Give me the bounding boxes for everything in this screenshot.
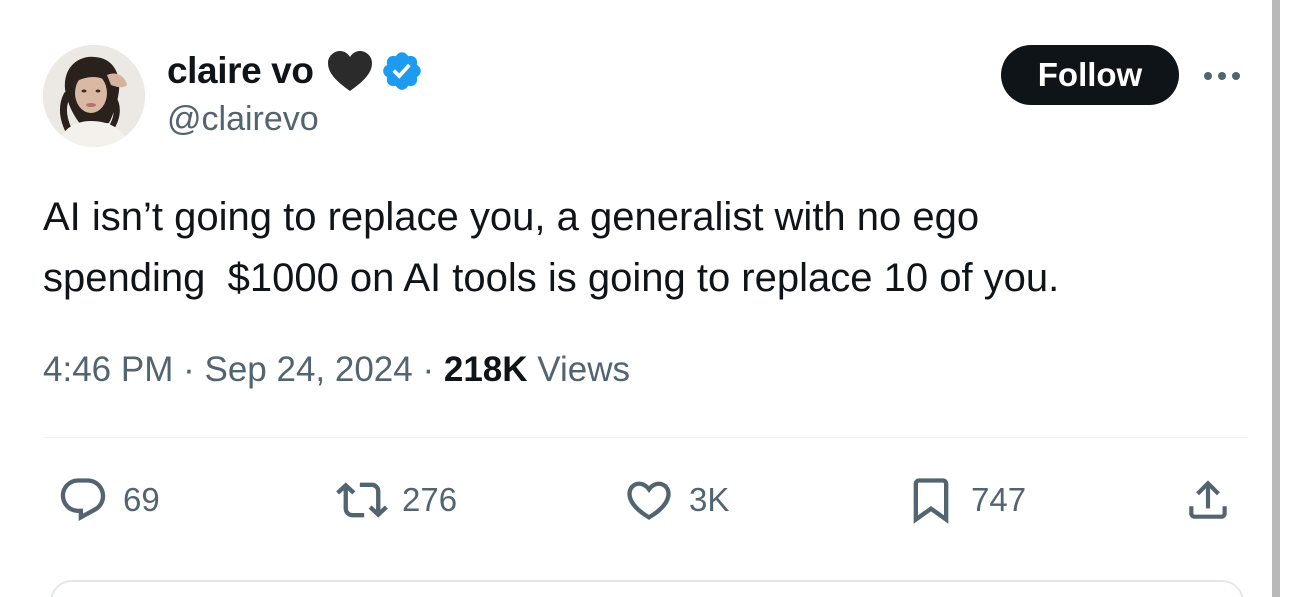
meta-separator: · xyxy=(422,350,435,389)
views-count[interactable]: 218K xyxy=(444,350,528,389)
tweet-meta: 4:46 PM · Sep 24, 2024 · 218K Views xyxy=(43,350,630,390)
more-dots-icon xyxy=(1204,72,1240,80)
tweet-text-line: spending $1000 on AI tools is going to r… xyxy=(43,256,1060,300)
tweet-time[interactable]: 4:46 PM xyxy=(43,350,173,389)
like-count: 3K xyxy=(689,481,730,518)
divider xyxy=(43,437,1247,438)
scrollbar[interactable] xyxy=(1272,0,1280,597)
bookmark-icon xyxy=(913,478,949,524)
views-label[interactable]: Views xyxy=(537,350,630,389)
repost-count: 276 xyxy=(402,481,458,518)
reply-button[interactable]: 69 xyxy=(55,474,160,526)
more-button[interactable] xyxy=(1198,58,1246,94)
avatar[interactable] xyxy=(43,45,145,147)
repost-button[interactable]: 276 xyxy=(334,474,457,526)
share-button[interactable] xyxy=(1183,474,1233,526)
repost-icon xyxy=(336,482,388,518)
share-icon xyxy=(1189,480,1227,519)
author-handle[interactable]: @clairevo xyxy=(167,100,319,139)
reply-composer-box[interactable] xyxy=(50,580,1244,597)
like-button[interactable]: 3K xyxy=(621,474,729,526)
reply-count: 69 xyxy=(123,481,160,518)
tweet-text: AI isn’t going to replace you, a general… xyxy=(43,187,1243,309)
bookmark-button[interactable]: 747 xyxy=(903,474,1026,526)
follow-button[interactable]: Follow xyxy=(1001,45,1179,105)
avatar-photo xyxy=(43,45,145,147)
display-name[interactable]: claire vo xyxy=(167,50,314,92)
bookmark-count: 747 xyxy=(971,481,1027,518)
verified-badge-icon[interactable] xyxy=(380,49,424,93)
meta-separator: · xyxy=(183,350,195,389)
tweet-page: claire vo @clairevo Follow AI isn’t goin… xyxy=(0,0,1290,597)
reply-icon xyxy=(60,478,106,522)
tweet-text-line: AI isn’t going to replace you, a general… xyxy=(43,195,980,239)
like-heart-icon xyxy=(627,481,671,520)
author-name-row: claire vo xyxy=(167,46,424,96)
tweet-date[interactable]: Sep 24, 2024 xyxy=(204,350,412,389)
black-heart-icon xyxy=(326,49,374,93)
